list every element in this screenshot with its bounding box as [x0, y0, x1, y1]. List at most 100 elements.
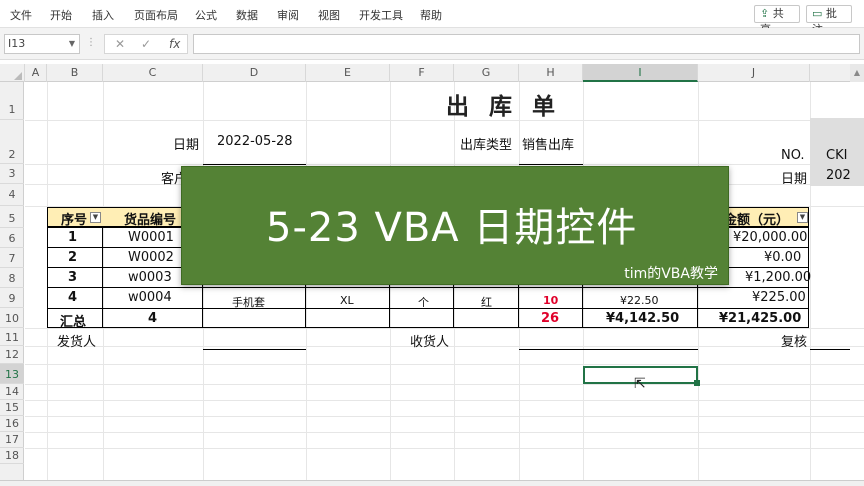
- formula-bar: I13 ▼ ⋮ ✕ ✓ fx: [0, 28, 864, 60]
- column-header-c[interactable]: C: [103, 64, 203, 82]
- row-header-6[interactable]: 6: [0, 228, 24, 248]
- more-options-icon[interactable]: ⋮: [86, 37, 96, 48]
- name-box[interactable]: I13 ▼: [4, 34, 80, 54]
- sender-label: 发货人: [57, 335, 97, 350]
- row-header-12[interactable]: 12: [0, 346, 24, 364]
- column-header-j[interactable]: J: [698, 64, 810, 82]
- filter-dropdown-amount[interactable]: ▼: [797, 212, 808, 223]
- row-header-2[interactable]: 2: [0, 120, 24, 164]
- header-code: 货品编号: [124, 213, 177, 228]
- row3-code: w0003: [128, 270, 172, 285]
- formula-icons: ✕ ✓ fx: [104, 34, 188, 54]
- tab-review[interactable]: 审阅: [277, 7, 299, 23]
- outtype-value: 销售出库: [522, 138, 575, 153]
- header-amount: 金额（元）: [724, 213, 790, 228]
- row4-spec-partial: XL: [340, 294, 354, 307]
- filter-dropdown-seq[interactable]: ▼: [90, 212, 101, 223]
- date-label: 日期: [173, 138, 200, 153]
- tab-home[interactable]: 开始: [50, 7, 72, 23]
- row3-seq: 3: [68, 270, 78, 285]
- column-header-g[interactable]: G: [454, 64, 519, 82]
- vertical-scrollbar[interactable]: ▲: [850, 64, 864, 82]
- column-header-k[interactable]: [810, 64, 850, 82]
- total-count: 4: [148, 311, 158, 326]
- date2-label: 日期: [781, 172, 808, 187]
- row-header-9[interactable]: 9: [0, 288, 24, 308]
- tab-developer[interactable]: 开发工具: [359, 7, 403, 23]
- column-headers: A B C D E F G H I J ▲: [0, 64, 864, 82]
- share-icon: ⇪: [760, 7, 770, 20]
- fill-handle[interactable]: [694, 380, 700, 386]
- date-underline: [203, 164, 306, 165]
- sender-underline: [203, 349, 306, 350]
- column-header-f[interactable]: F: [390, 64, 454, 82]
- row-header-11[interactable]: 11: [0, 328, 24, 346]
- row-header-17[interactable]: 17: [0, 432, 24, 448]
- row-line: [47, 287, 809, 288]
- reviewer-underline: [810, 349, 850, 350]
- tab-data[interactable]: 数据: [236, 7, 258, 23]
- row-header-16[interactable]: 16: [0, 416, 24, 432]
- video-title-banner: 5-23 VBA 日期控件 tim的VBA教学: [181, 166, 729, 285]
- row-header-3[interactable]: 3: [0, 164, 24, 184]
- row-header-4[interactable]: 4: [0, 184, 24, 206]
- reviewer-label: 复核: [781, 335, 808, 350]
- row1-seq: 1: [68, 230, 78, 245]
- tab-help[interactable]: 帮助: [420, 7, 442, 23]
- column-header-h[interactable]: H: [519, 64, 583, 82]
- row4-price-partial: ¥22.50: [620, 294, 659, 307]
- row-header-14[interactable]: 14: [0, 384, 24, 400]
- cancel-icon[interactable]: ✕: [115, 35, 125, 53]
- tab-insert[interactable]: 插入: [92, 7, 114, 23]
- tab-page-layout[interactable]: 页面布局: [134, 7, 178, 23]
- enter-check-icon[interactable]: ✓: [141, 35, 151, 53]
- column-header-e[interactable]: E: [306, 64, 390, 82]
- column-header-b[interactable]: B: [47, 64, 103, 82]
- chevron-down-icon[interactable]: ▼: [69, 35, 75, 53]
- corner-triangle-icon: [14, 72, 22, 80]
- row-headers: 1 2 3 4 5 6 7 8 9 10 11 12 13 14 15 16 1…: [0, 82, 24, 480]
- formula-input[interactable]: [193, 34, 860, 54]
- row4-name-partial: 手机套: [232, 296, 265, 309]
- share-button[interactable]: ⇪ 共享: [754, 5, 800, 36]
- row-header-7[interactable]: 7: [0, 248, 24, 268]
- comment-icon: ▭: [812, 7, 823, 20]
- sheet-tab-bar[interactable]: [0, 480, 864, 486]
- row2-amount: ¥0.00: [764, 250, 802, 265]
- row4-seq: 4: [68, 290, 78, 305]
- row-header-15[interactable]: 15: [0, 400, 24, 416]
- comments-button[interactable]: ▭ 批注: [806, 5, 852, 36]
- outtype-label: 出库类型: [460, 138, 513, 153]
- select-all-corner[interactable]: [0, 64, 25, 82]
- row1-code: W0001: [128, 230, 174, 245]
- no-label: NO.: [781, 148, 805, 163]
- no-value: CKI: [826, 148, 848, 163]
- tab-file[interactable]: 文件: [10, 7, 32, 23]
- total-label: 汇总: [60, 315, 87, 330]
- sheet-title: 出 库 单: [446, 94, 562, 120]
- row-header-5[interactable]: 5: [0, 206, 24, 228]
- row-header-13[interactable]: 13: [0, 364, 24, 384]
- row-header-1[interactable]: 1: [0, 82, 24, 120]
- total-amount: ¥21,425.00: [719, 311, 802, 326]
- row4-color-partial: 红: [481, 296, 492, 309]
- row4-amount: ¥225.00: [752, 290, 806, 305]
- column-header-d[interactable]: D: [203, 64, 306, 82]
- column-header-a[interactable]: A: [25, 64, 47, 82]
- total-qty: 26: [541, 311, 560, 326]
- receiver-label: 收货人: [410, 335, 450, 350]
- mouse-pointer-icon: ⇱: [634, 376, 646, 392]
- tab-formulas[interactable]: 公式: [195, 7, 217, 23]
- column-header-i[interactable]: I: [583, 64, 698, 82]
- row4-unit-partial: 个: [418, 296, 429, 309]
- row-header-10[interactable]: 10: [0, 308, 24, 328]
- row-header-18[interactable]: 18: [0, 448, 24, 464]
- receiver-underline: [519, 349, 698, 350]
- date-value: 2022-05-28: [217, 134, 293, 149]
- insert-function-button[interactable]: fx: [169, 35, 180, 53]
- tab-view[interactable]: 视图: [318, 7, 340, 23]
- row-header-8[interactable]: 8: [0, 268, 24, 288]
- header-seq: 序号: [61, 213, 88, 228]
- row4-qty-partial: 10: [543, 294, 559, 307]
- date2-value: 202: [826, 168, 851, 183]
